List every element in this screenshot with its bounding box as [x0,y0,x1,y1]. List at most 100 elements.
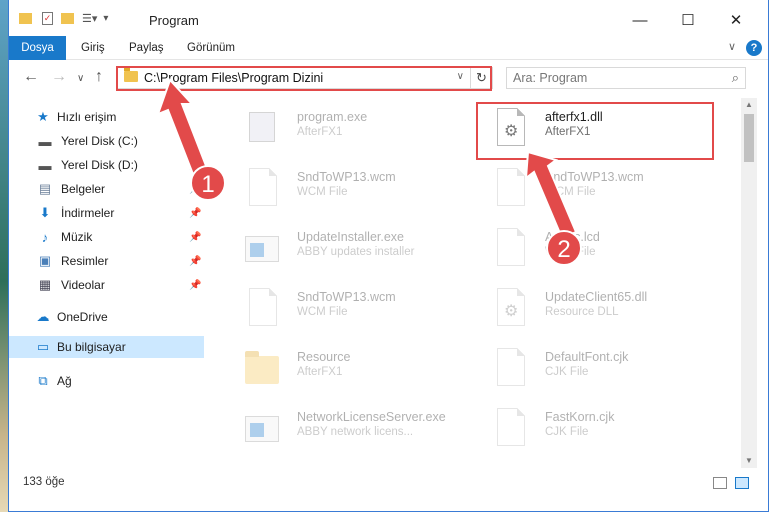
file-name: FastKorn.cjk [545,410,615,424]
exe-icon [243,108,277,148]
sidebar-item-downloads[interactable]: ⬇ İndirmeler 📌 [9,202,204,224]
star-icon: ★ [37,109,49,124]
file-name: NetworkLicenseServer.exe [297,410,446,424]
sidebar-item-label: Resimler [61,254,109,268]
folder-icon [243,348,279,388]
sidebar-item-label: Bu bilgisayar [57,340,126,354]
search-input[interactable]: Ara: Program ⌕ [506,67,746,89]
file-item[interactable]: Resource AfterFX1 [229,340,469,396]
sidebar-item-label: Müzik [61,230,93,244]
file-name: SndToWP13.wcm [297,170,396,184]
close-button[interactable]: ✕ [721,8,751,32]
vertical-scrollbar[interactable]: ▲ ▼ [741,98,757,468]
file-name: SndToWP13.wcm [545,170,644,184]
cloud-icon: ☁ [36,309,50,324]
tiles-view-icon[interactable] [735,477,749,489]
pin-icon[interactable]: 📌 [189,256,201,267]
scroll-down-icon[interactable]: ▼ [741,454,757,468]
ribbon-tabs: Dosya Giriş Paylaş Görünüm ∨ ? [9,36,768,60]
tab-file[interactable]: Dosya [9,36,66,60]
file-icon [243,168,277,208]
pin-icon[interactable]: 📌 [189,280,201,291]
sidebar-item-label: OneDrive [57,310,108,324]
file-item[interactable]: FastKorn.cjk CJK File [477,400,717,456]
navigation-pane: ★ Hızlı erişim ▬ Yerel Disk (C:) ▬ Yerel… [9,98,204,468]
file-item[interactable]: DefaultFont.cjk CJK File [477,340,717,396]
dll-icon: ⚙ [491,288,525,328]
pin-icon[interactable]: 📌 [189,208,201,219]
sidebar-item-label: Yerel Disk (C:) [61,134,138,148]
maximize-button[interactable]: ☐ [673,8,703,32]
folder-icon[interactable] [19,13,32,24]
file-type: WCM File [297,186,348,198]
file-item[interactable]: SndToWP13.wcm WCM File [229,280,469,336]
customize-icon[interactable]: ☰▾ [82,12,97,25]
file-highlight [476,102,714,160]
sidebar-item-documents[interactable]: ▤ Belgeler 📌 [9,178,204,200]
pin-icon[interactable]: 📌 [189,232,201,243]
search-icon[interactable]: ⌕ [732,70,739,86]
item-count: 133 öğe [23,476,65,488]
file-item[interactable]: program.exe AfterFX1 [229,100,469,156]
expand-ribbon-icon[interactable]: ∨ [728,40,736,53]
dropdown-arrow-icon[interactable]: ▾ [103,13,108,24]
scroll-up-icon[interactable]: ▲ [741,98,757,112]
music-icon: ♪ [41,229,49,245]
tab-home[interactable]: Giriş [71,36,115,60]
file-name: Resource [297,350,351,364]
file-item[interactable]: SndToWP13.wcm WCM File [477,160,717,216]
tab-view[interactable]: Görünüm [177,36,245,60]
sidebar-item-this-pc[interactable]: ▭ Bu bilgisayar [9,336,204,358]
title-bar: ✓ ☰▾ ▾ Program — ☐ ✕ [9,0,768,36]
file-type: AfterFX1 [297,126,343,138]
annotation-badge-2: 2 [546,230,582,266]
minimize-button[interactable]: — [625,8,655,32]
app-icon [243,228,279,268]
file-type: ABBY network licens... [297,426,414,438]
recent-locations-icon[interactable]: ∨ [77,73,84,84]
file-type: CJK File [545,426,589,438]
details-view-icon[interactable] [713,477,727,489]
file-icon [243,288,277,328]
file-item[interactable]: NetworkLicenseServer.exe ABBY network li… [229,400,469,456]
sidebar-item-onedrive[interactable]: ☁ OneDrive [9,306,204,328]
file-item[interactable]: SndToWP13.wcm WCM File [229,160,469,216]
file-type: WCM File [297,306,348,318]
sidebar-item-pictures[interactable]: ▣ Resimler 📌 [9,250,204,272]
computer-icon: ▭ [36,339,50,354]
sidebar-item-videos[interactable]: ▦ Videolar 📌 [9,274,204,296]
file-icon [491,408,525,448]
pictures-icon: ▣ [38,253,52,268]
sidebar-item-network[interactable]: ⧉ Ağ [9,370,204,392]
forward-arrow-icon[interactable]: → [51,68,67,86]
file-icon [491,228,525,268]
tab-share[interactable]: Paylaş [119,36,174,60]
file-item[interactable]: UpdateInstaller.exe ABBY updates install… [229,220,469,276]
sidebar-item-disk-c[interactable]: ▬ Yerel Disk (C:) [9,130,204,152]
up-arrow-icon[interactable]: ↑ [95,68,103,86]
back-arrow-icon[interactable]: ← [23,68,39,86]
file-icon [491,348,525,388]
file-type: WCM File [545,186,596,198]
new-folder-icon[interactable] [61,13,74,24]
sidebar-item-label: Ağ [57,374,72,388]
file-item[interactable]: Arabic.lcd WCM File [477,220,717,276]
help-icon[interactable]: ? [746,40,762,56]
app-icon [243,408,279,448]
sidebar-item-quick-access[interactable]: ★ Hızlı erişim [9,106,204,128]
drive-icon: ▬ [38,157,52,173]
video-icon: ▦ [38,277,52,292]
sidebar-item-disk-d[interactable]: ▬ Yerel Disk (D:) 📌 [9,154,204,176]
file-name: UpdateClient65.dll [545,290,648,304]
drive-icon: ▬ [38,133,52,149]
file-icon [491,168,525,208]
properties-icon[interactable]: ✓ [42,12,53,25]
sidebar-item-music[interactable]: ♪ Müzik 📌 [9,226,204,248]
scrollbar-thumb[interactable] [744,114,754,162]
file-item[interactable]: ⚙ UpdateClient65.dll Resource DLL [477,280,717,336]
documents-icon: ▤ [38,181,52,196]
file-name: UpdateInstaller.exe [297,230,405,244]
sidebar-item-label: Belgeler [61,182,106,196]
file-type: Resource DLL [545,306,619,318]
sidebar-item-label: İndirmeler [61,206,115,220]
